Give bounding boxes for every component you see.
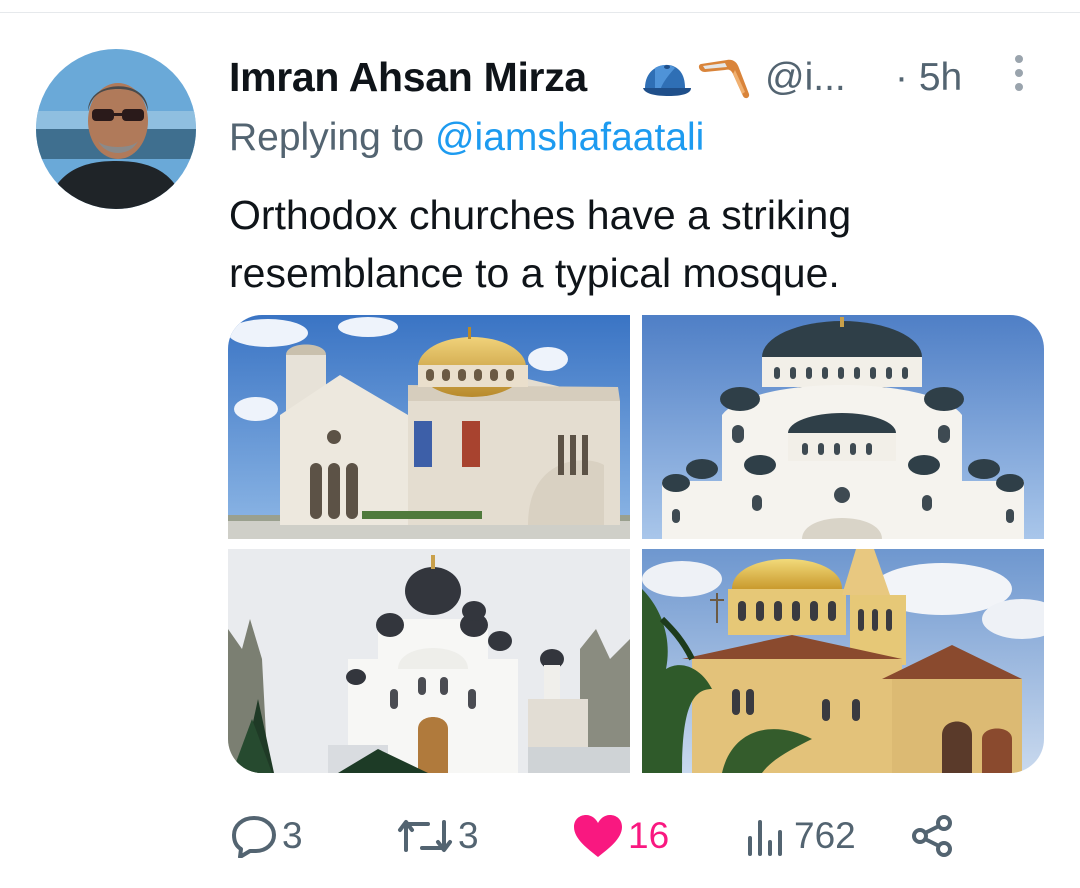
- media-image-white-onion-dome-church[interactable]: [228, 549, 630, 773]
- views-button[interactable]: 762: [744, 808, 856, 864]
- avatar[interactable]: [36, 49, 196, 209]
- tweet-time[interactable]: · 5h: [895, 56, 962, 100]
- heart-icon: [574, 815, 622, 857]
- media-image-white-cathedral[interactable]: [642, 315, 1044, 539]
- views-count: 762: [794, 815, 856, 856]
- reply-button[interactable]: 3: [230, 808, 303, 864]
- author-handle[interactable]: @i...: [765, 56, 846, 100]
- replying-to: Replying to @iamshafaatali: [229, 116, 704, 160]
- top-divider: [0, 12, 1080, 13]
- reply-mention-link[interactable]: @iamshafaatali: [435, 116, 704, 159]
- like-count: 16: [628, 815, 670, 856]
- tweet-header: Imran Ahsan Mirza @i... · 5h: [229, 50, 1049, 106]
- like-button[interactable]: 16: [572, 808, 669, 864]
- reply-icon: [232, 816, 276, 858]
- views-chart-icon: [748, 820, 782, 856]
- reply-prefix: Replying to: [229, 116, 435, 159]
- avatar-photo: [36, 49, 196, 209]
- reply-count: 3: [282, 815, 303, 856]
- retweet-button[interactable]: 3: [396, 808, 479, 864]
- media-image-yellow-church-gold-dome[interactable]: [642, 549, 1044, 773]
- retweet-count: 3: [458, 815, 479, 856]
- cap-emoji-icon: [641, 58, 693, 107]
- share-button[interactable]: [910, 808, 960, 864]
- action-bar: 3 3 16 762: [230, 808, 990, 864]
- tweet-text: Orthodox churches have a striking resemb…: [229, 192, 852, 296]
- more-options-icon[interactable]: [1009, 52, 1029, 94]
- media-image-church-gold-dome[interactable]: [228, 315, 630, 539]
- share-icon: [912, 815, 952, 857]
- media-grid: [228, 315, 1044, 773]
- boomerang-emoji-icon: [697, 54, 753, 111]
- retweet-icon: [398, 820, 452, 852]
- author-name[interactable]: Imran Ahsan Mirza: [229, 54, 587, 101]
